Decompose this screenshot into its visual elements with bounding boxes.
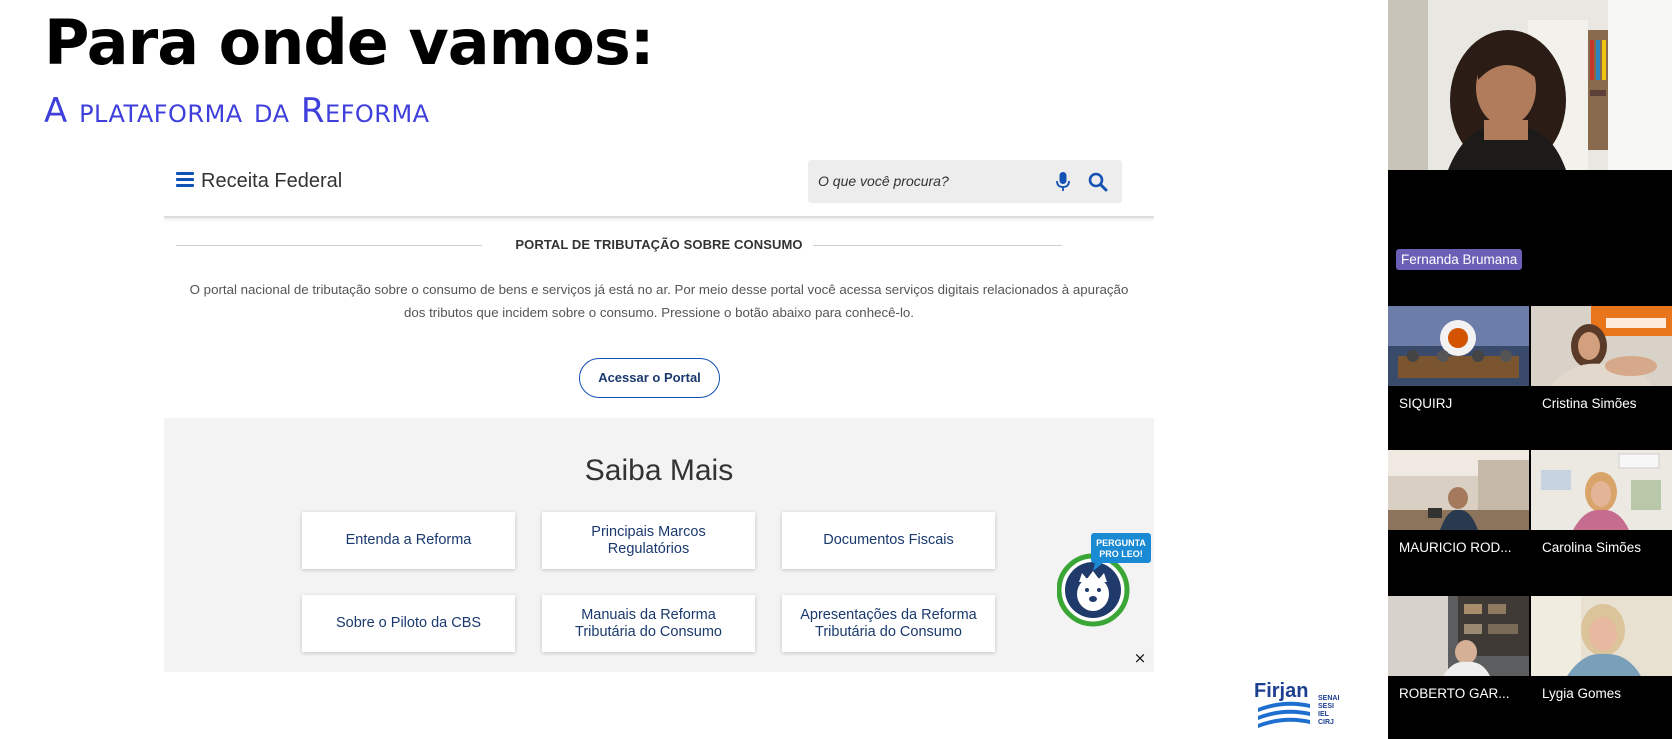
card-documentos-fiscais[interactable]: Documentos Fiscais xyxy=(782,512,995,569)
slide-subtitle: A plataforma da Reforma xyxy=(44,91,430,131)
site-header: Receita Federal xyxy=(164,150,1154,218)
participant-video-cristina xyxy=(1531,306,1672,386)
speaker-video-feed xyxy=(1388,0,1672,170)
card-entenda-reforma[interactable]: Entenda a Reforma xyxy=(302,512,515,569)
logo-senai: SENAI xyxy=(1318,695,1339,702)
presentation-slide: Para onde vamos: A plataforma da Reforma… xyxy=(0,0,1388,739)
participant-tile-mauricio[interactable]: MAURICIO ROD... xyxy=(1388,450,1529,594)
slide-title: Para onde vamos: xyxy=(44,6,655,79)
pergunta-pro-leo-icon[interactable]: PERGUNTA PRO LEO! xyxy=(1057,533,1153,628)
site-brand[interactable]: Receita Federal xyxy=(201,170,342,193)
leo-badge-line2: PRO LEO! xyxy=(1099,549,1143,559)
card-marcos-regulatorios[interactable]: Principais Marcos Regulatórios xyxy=(542,512,755,569)
participant-video-roberto xyxy=(1388,596,1529,676)
participant-name-roberto: ROBERTO GAR... xyxy=(1399,686,1510,701)
saiba-mais-section: Saiba Mais Entenda a Reforma Principais … xyxy=(164,418,1154,672)
saiba-mais-title: Saiba Mais xyxy=(584,454,734,487)
search-box xyxy=(808,160,1122,203)
firjan-logo-text: Firjan xyxy=(1254,680,1308,702)
participant-tile-carolina[interactable]: Carolina Simões xyxy=(1531,450,1672,594)
participant-video-carolina xyxy=(1531,450,1672,530)
section-title: PORTAL DE TRIBUTAÇÃO SOBRE CONSUMO xyxy=(164,237,1154,252)
card-apresentacoes-reforma[interactable]: Apresentações da Reforma Tributária do C… xyxy=(782,595,995,652)
access-portal-button[interactable]: Acessar o Portal xyxy=(579,358,720,398)
firjan-logo: Firjan SENAI SESI IEL CIRJ xyxy=(1254,680,1339,728)
participant-tile-fernanda[interactable]: Fernanda Brumana xyxy=(1388,0,1672,290)
participant-tile-lygia[interactable]: Lygia Gomes xyxy=(1531,596,1672,739)
participant-video-mauricio xyxy=(1388,450,1529,530)
close-icon[interactable]: × xyxy=(1133,651,1147,666)
participant-video-lygia xyxy=(1531,596,1672,676)
hamburger-menu-icon[interactable] xyxy=(176,172,194,188)
participant-tile-cristina[interactable]: Cristina Simões xyxy=(1531,306,1672,448)
logo-sesi: SESI xyxy=(1318,703,1334,710)
search-icon[interactable] xyxy=(1088,172,1108,192)
card-piloto-cbs[interactable]: Sobre o Piloto da CBS xyxy=(302,595,515,652)
section-title-text: PORTAL DE TRIBUTAÇÃO SOBRE CONSUMO xyxy=(505,237,813,252)
video-participants-panel: Fernanda Brumana SIQUIRJ Cristina Simões xyxy=(1388,0,1672,739)
receita-federal-website: Receita Federal PORTAL DE TRIBUTAÇÃO SOB… xyxy=(164,150,1154,672)
participant-name-lygia: Lygia Gomes xyxy=(1542,686,1622,701)
logo-iel: IEL xyxy=(1318,711,1330,718)
participant-video-siquirj xyxy=(1388,306,1529,386)
microphone-icon[interactable] xyxy=(1056,172,1070,192)
logo-cirj: CIRJ xyxy=(1318,719,1334,726)
section-description: O portal nacional de tributação sobre o … xyxy=(189,282,1129,320)
participant-name-siquirj: SIQUIRJ xyxy=(1399,396,1453,411)
leo-badge-line1: PERGUNTA xyxy=(1096,538,1146,548)
participant-tile-siquirj[interactable]: SIQUIRJ xyxy=(1388,306,1529,448)
participant-name-mauricio: MAURICIO ROD... xyxy=(1399,540,1512,555)
search-input[interactable] xyxy=(818,166,1048,196)
participant-name-cristina: Cristina Simões xyxy=(1542,396,1637,411)
participant-name-carolina: Carolina Simões xyxy=(1542,540,1642,555)
participant-name-fernanda: Fernanda Brumana xyxy=(1396,249,1523,270)
card-manuais-reforma[interactable]: Manuais da Reforma Tributária do Consumo xyxy=(542,595,755,652)
participant-tile-roberto[interactable]: ROBERTO GAR... xyxy=(1388,596,1529,739)
